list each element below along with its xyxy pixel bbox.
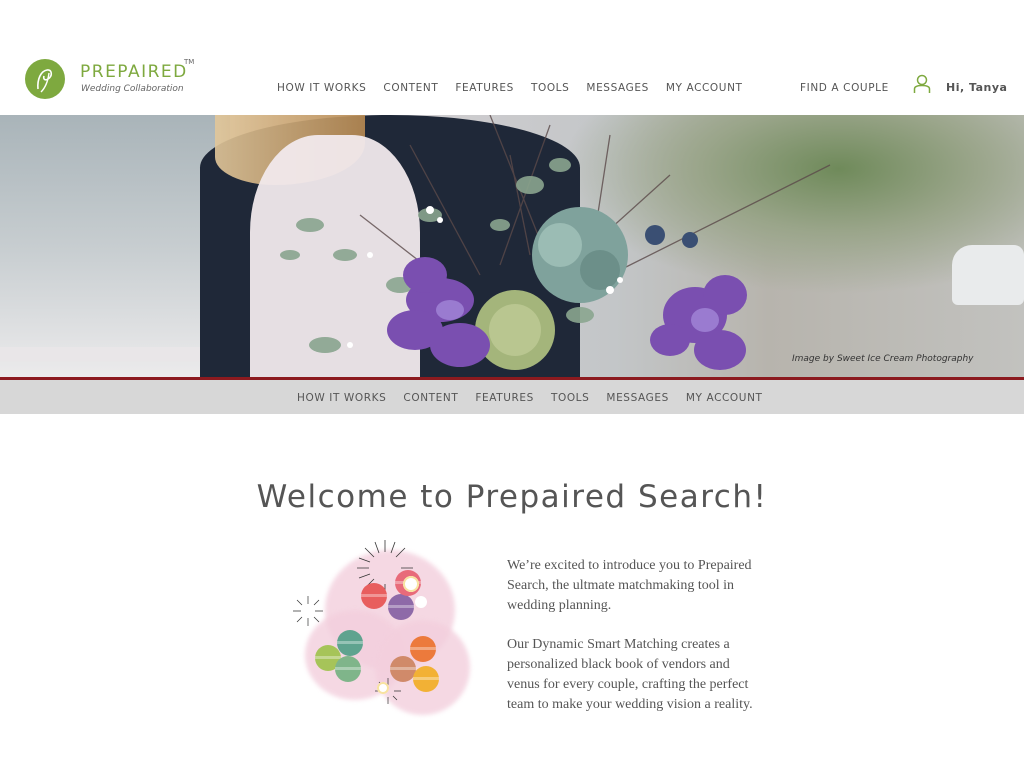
- macaron-illustration: [285, 530, 485, 720]
- sub-nav-tools[interactable]: TOOLS: [551, 392, 589, 404]
- macaron: [335, 656, 361, 682]
- sub-nav-my-account[interactable]: MY ACCOUNT: [686, 392, 763, 404]
- user-greeting[interactable]: Hi, Tanya: [946, 81, 1007, 94]
- logo-mark-icon: [25, 59, 65, 99]
- photo-credit: Image by Sweet Ice Cream Photography: [792, 354, 974, 364]
- find-a-couple-link[interactable]: FIND A COUPLE: [800, 82, 889, 94]
- top-nav-messages[interactable]: MESSAGES: [586, 82, 648, 94]
- macaron: [337, 630, 363, 656]
- brand-tagline: Wedding Collaboration: [81, 84, 184, 94]
- secondary-nav: HOW IT WORKS CONTENT FEATURES TOOLS MESS…: [0, 380, 1024, 414]
- macaron: [410, 636, 436, 662]
- sub-nav-features[interactable]: FEATURES: [475, 392, 534, 404]
- macaron: [413, 666, 439, 692]
- sub-nav-messages[interactable]: MESSAGES: [606, 392, 668, 404]
- bouquet-illustration: [280, 115, 831, 370]
- top-nav-features[interactable]: FEATURES: [455, 82, 514, 94]
- site-header: PREPAIRED TM Wedding Collaboration HOW IT…: [0, 0, 1024, 115]
- trademark: TM: [184, 58, 195, 66]
- brand-logo[interactable]: PREPAIRED TM Wedding Collaboration: [25, 58, 195, 102]
- sub-nav-how-it-works[interactable]: HOW IT WORKS: [297, 392, 386, 404]
- top-nav-tools[interactable]: TOOLS: [531, 82, 569, 94]
- top-nav-content[interactable]: CONTENT: [383, 82, 438, 94]
- page-title: Welcome to Prepaired Search!: [256, 478, 768, 515]
- intro-paragraph: Our Dynamic Smart Matching creates a per…: [507, 637, 753, 712]
- macaron: [388, 594, 414, 620]
- top-nav-how-it-works[interactable]: HOW IT WORKS: [277, 82, 366, 94]
- macaron: [361, 583, 387, 609]
- intro-paragraph: We’re excited to introduce you to Prepai…: [507, 558, 752, 613]
- top-nav: HOW IT WORKS CONTENT FEATURES TOOLS MESS…: [277, 82, 760, 94]
- user-icon[interactable]: [913, 74, 931, 94]
- brand-name: PREPAIRED TM: [80, 58, 195, 82]
- hero-image: Image by Sweet Ice Cream Photography: [0, 115, 1024, 378]
- sub-nav-content[interactable]: CONTENT: [403, 392, 458, 404]
- top-nav-my-account[interactable]: MY ACCOUNT: [666, 82, 743, 94]
- intro-text: We’re excited to introduce you to Prepai…: [507, 556, 762, 734]
